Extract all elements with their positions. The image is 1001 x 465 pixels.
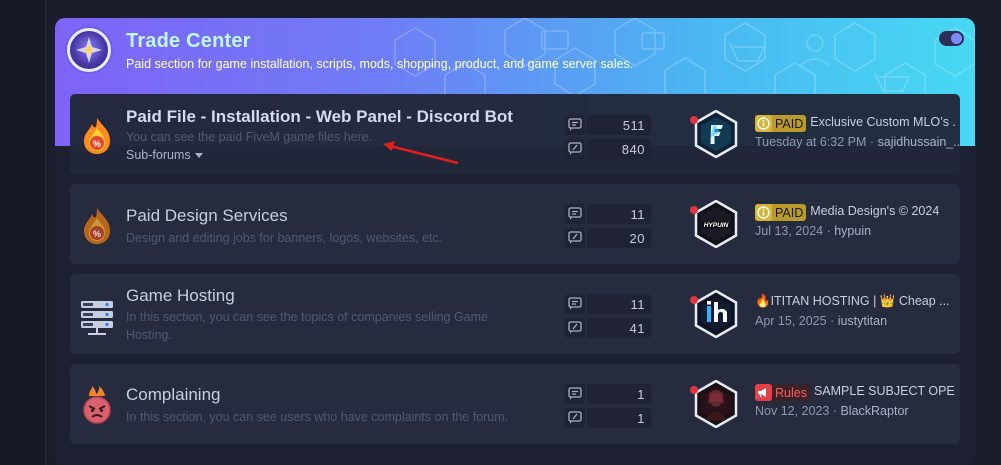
forum-row-game-hosting: Game Hosting In this section, you can se… [70, 274, 960, 354]
threads-count: 511 [622, 118, 645, 133]
threads-stat: 1 [565, 384, 655, 404]
last-post-meta: Jul 13, 2024 · hypuin [755, 224, 872, 238]
category-description: Paid section for game installation, scri… [126, 57, 634, 71]
last-post-meta: Apr 15, 2025 · iustytitan [755, 314, 888, 328]
messages-icon [565, 139, 585, 159]
angry-face-icon [83, 386, 111, 424]
last-poster-avatar[interactable] [690, 379, 738, 429]
category-title[interactable]: Trade Center [126, 30, 251, 53]
forum-description: In this section, you can see users who h… [126, 410, 509, 424]
last-post-user[interactable]: BlackRaptor [840, 404, 908, 418]
forum-description: Design and editing jobs for banners, log… [126, 231, 443, 245]
messages-icon [565, 408, 585, 428]
svg-text:%: % [93, 229, 101, 239]
last-post-user[interactable]: iustytitan [838, 314, 887, 328]
threads-stat: 511 [565, 115, 655, 135]
svg-text:%: % [93, 139, 101, 149]
forum-description: You can see the paid FiveM game files he… [126, 130, 373, 144]
fire-percent-icon: % [84, 208, 110, 244]
threads-count: 11 [630, 297, 645, 312]
subforums-dropdown[interactable]: Sub-forums [126, 148, 203, 162]
messages-icon [565, 228, 585, 248]
forum-description: In this section, you can see the topics … [126, 310, 488, 342]
left-sidebar-strip [0, 0, 46, 465]
messages-icon [565, 318, 585, 338]
paid-prefix-label: PAID [755, 115, 807, 132]
forum-row-paid-design: % Paid Design Services Design and editin… [70, 184, 960, 264]
online-status-dot [690, 116, 698, 124]
messages-stat: 1 [565, 408, 655, 428]
threads-icon [565, 115, 585, 135]
last-poster-avatar[interactable] [690, 109, 738, 159]
messages-stat: 41 [565, 318, 655, 338]
server-rack-icon [81, 301, 113, 335]
threads-icon [565, 294, 585, 314]
last-post-title-link[interactable]: PAID Exclusive Custom MLO’s ... [755, 115, 955, 133]
messages-stat: 20 [565, 228, 655, 248]
last-post-date[interactable]: Tuesday at 6:32 PM [755, 135, 866, 149]
forum-row-complaining: Complaining In this section, you can see… [70, 364, 960, 444]
last-post-date[interactable]: Apr 15, 2025 [755, 314, 827, 328]
last-post-title-link[interactable]: RulesSAMPLE SUBJECT OPENING [755, 384, 955, 402]
rules-prefix-label: Rules [755, 384, 810, 401]
last-poster-avatar[interactable] [690, 289, 738, 339]
svg-text:HYPUIN: HYPUIN [704, 222, 729, 229]
messages-count: 1 [637, 411, 645, 426]
last-post-date[interactable]: Nov 12, 2023 [755, 404, 829, 418]
chevron-down-icon [194, 153, 203, 159]
messages-count: 20 [629, 231, 645, 246]
forum-title[interactable]: Game Hosting [126, 286, 235, 306]
messages-count: 840 [621, 142, 645, 157]
megaphone-icon [755, 384, 772, 401]
last-post-meta: Nov 12, 2023 · BlackRaptor [755, 404, 909, 418]
online-status-dot [690, 206, 698, 214]
messages-count: 41 [629, 321, 645, 336]
paid-prefix-label: PAID [755, 204, 807, 221]
last-post-title-link[interactable]: PAID Media Design's © 2024 [755, 204, 955, 222]
forum-title[interactable]: Complaining [126, 385, 221, 405]
fire-percent-icon: % [84, 118, 110, 154]
threads-count: 1 [637, 387, 645, 402]
threads-stat: 11 [565, 294, 655, 314]
forum-title[interactable]: Paid Design Services [126, 206, 288, 226]
last-post-user[interactable]: sajidhussain_... [878, 135, 964, 149]
messages-stat: 840 [565, 139, 655, 159]
toggle-icon [951, 33, 962, 44]
online-status-dot [690, 386, 698, 394]
last-post-meta: Tuesday at 6:32 PM · sajidhussain_... [755, 135, 964, 149]
threads-count: 11 [630, 207, 645, 222]
forum-category-icon [67, 28, 111, 72]
collapse-toggle[interactable] [939, 31, 964, 46]
last-post-date[interactable]: Jul 13, 2024 [755, 224, 823, 238]
threads-icon [565, 384, 585, 404]
last-post-user[interactable]: hypuin [834, 224, 871, 238]
forum-row-paid-file: % Paid File - Installation - Web Panel -… [70, 94, 964, 174]
threads-stat: 11 [565, 204, 655, 224]
info-icon [755, 115, 772, 132]
subforums-label: Sub-forums [126, 148, 191, 162]
forum-title[interactable]: Paid File - Installation - Web Panel - D… [126, 107, 513, 127]
forum-category-block: Trade Center Paid section for game insta… [55, 18, 975, 465]
info-icon [755, 204, 772, 221]
annotation-arrow-icon [383, 141, 459, 165]
online-status-dot [690, 296, 698, 304]
threads-icon [565, 204, 585, 224]
last-post-title-link[interactable]: 🔥ITITAN HOSTING | 👑 Cheap ... [755, 294, 955, 312]
last-poster-avatar[interactable]: HYPUIN [690, 199, 738, 249]
